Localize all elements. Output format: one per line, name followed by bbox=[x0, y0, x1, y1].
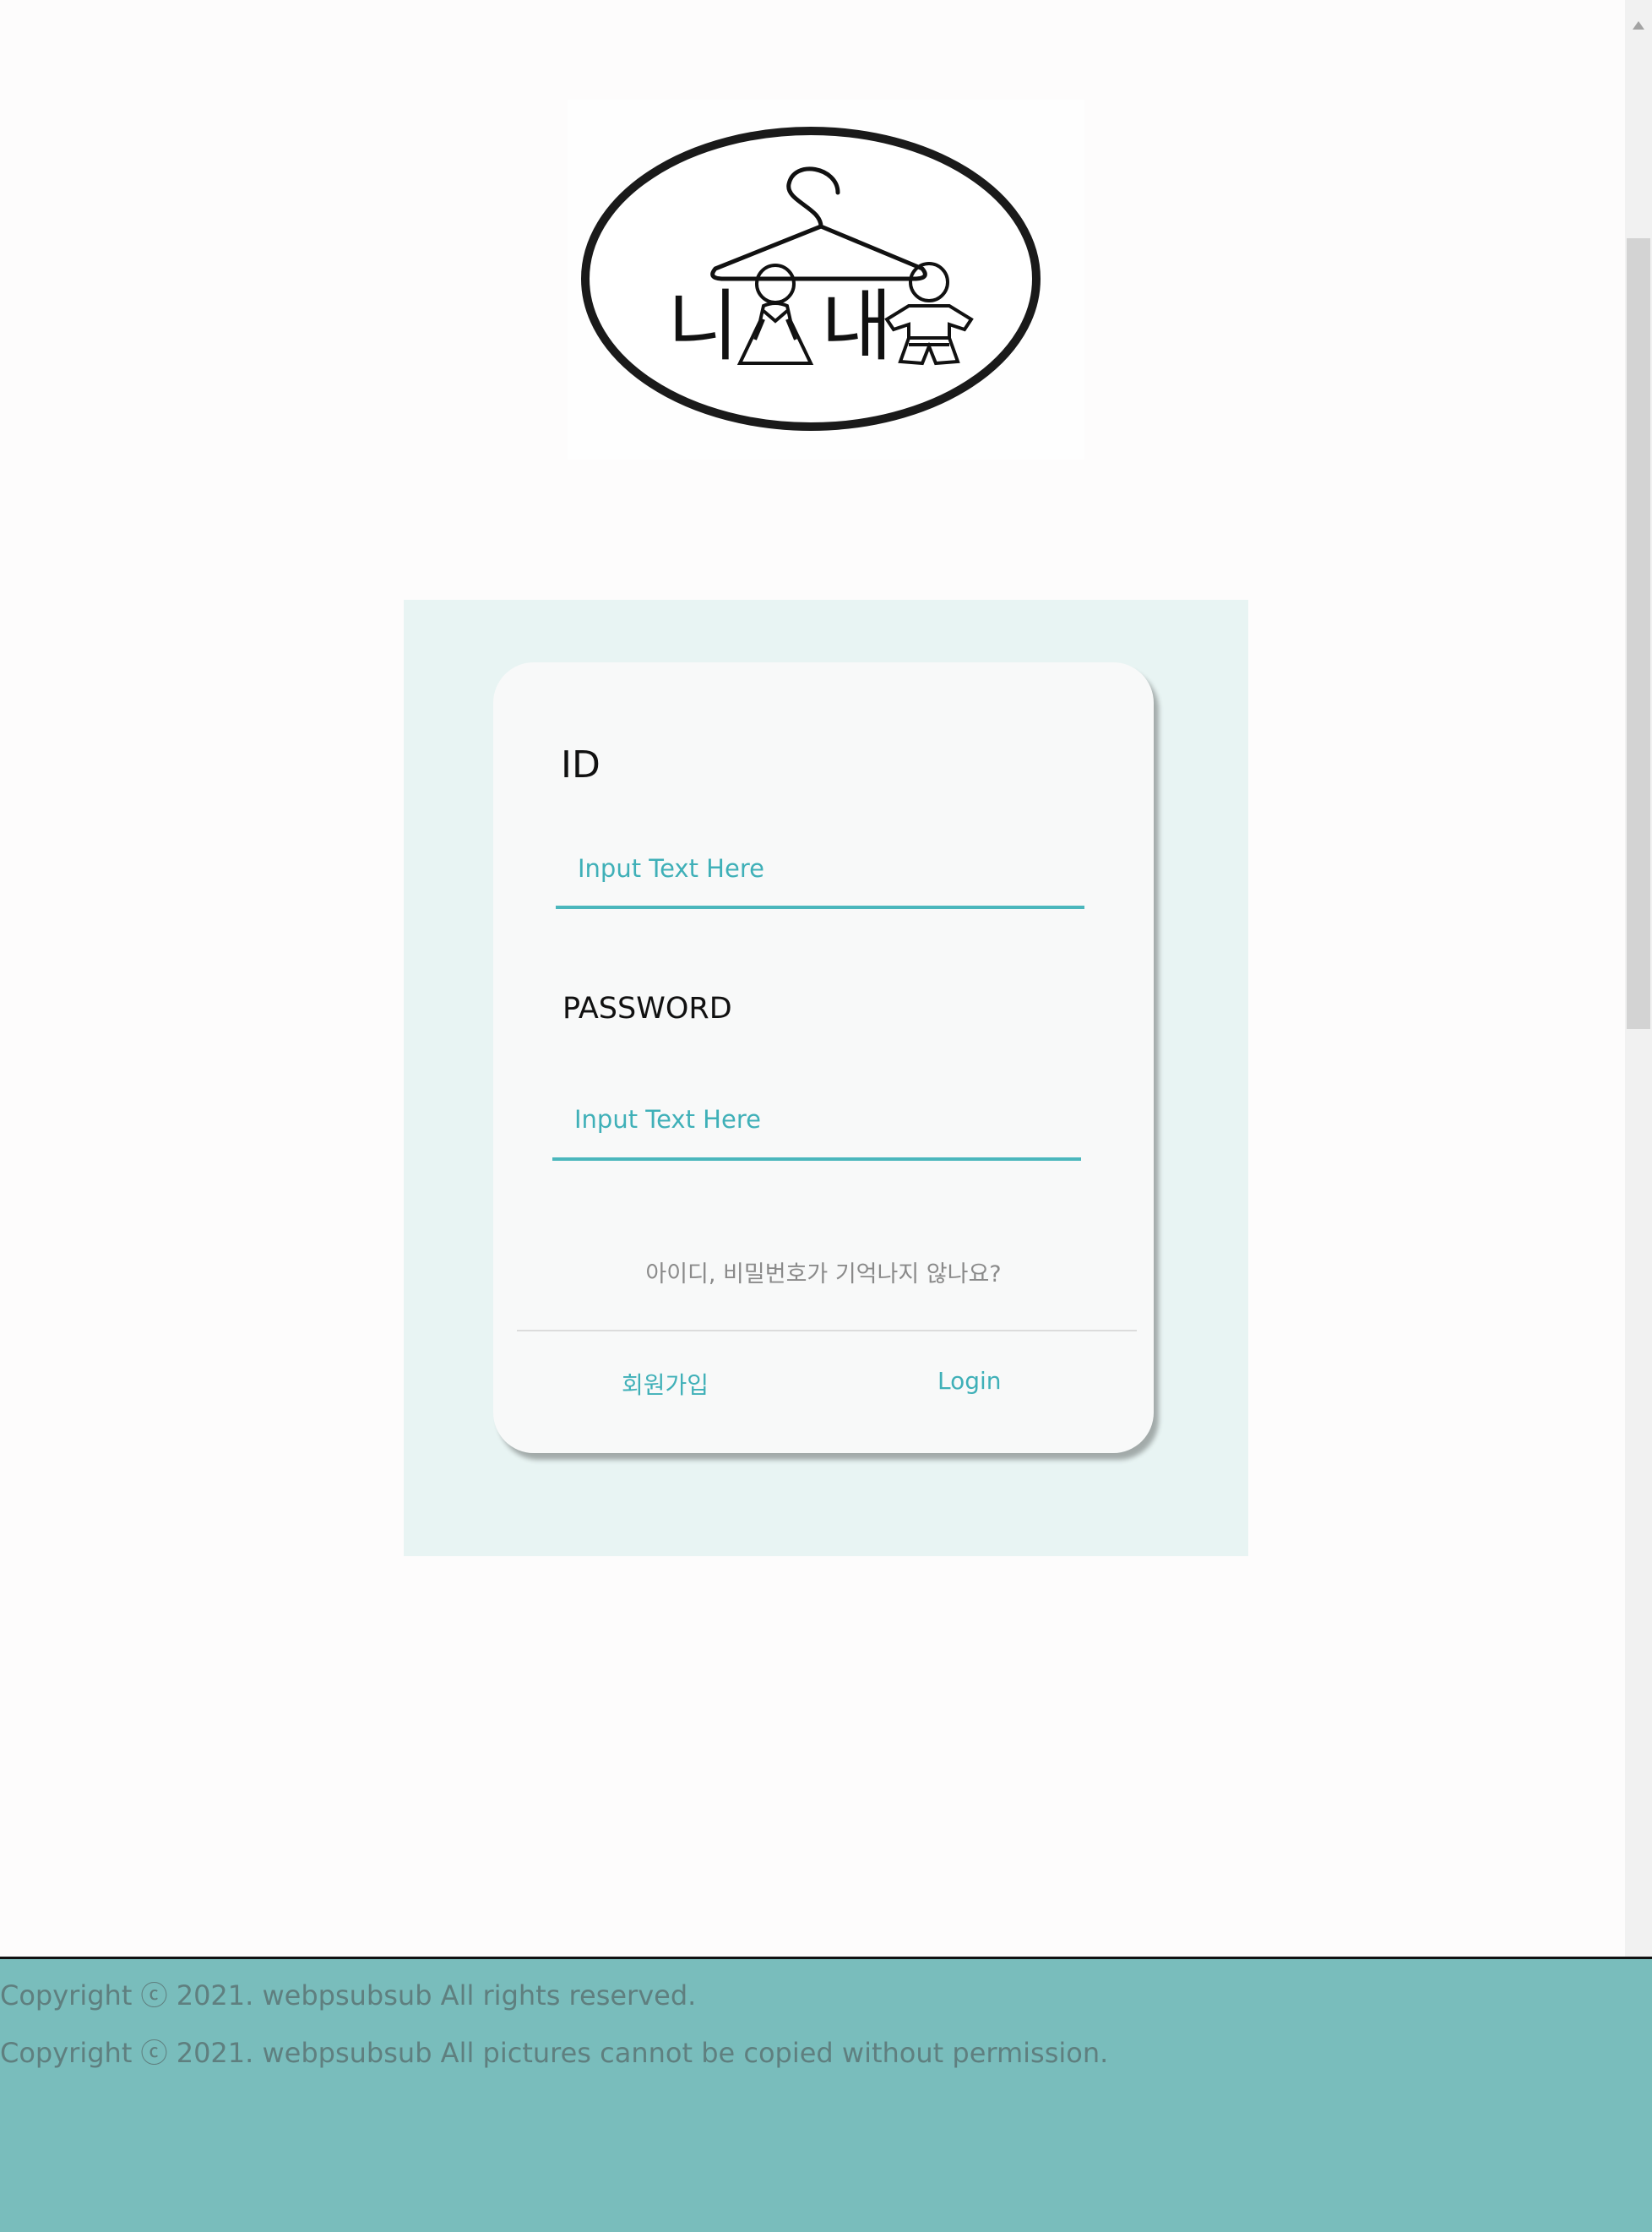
signup-button[interactable]: 회원가입 bbox=[622, 1367, 709, 1401]
id-label: ID bbox=[561, 743, 600, 787]
vertical-scrollbar[interactable] bbox=[1625, 0, 1652, 1957]
password-label: PASSWORD bbox=[562, 992, 732, 1026]
site-logo[interactable]: 니 내 bbox=[568, 100, 1084, 460]
password-input[interactable] bbox=[552, 1081, 1081, 1161]
page-viewport: 니 내 ID PASSWORD 아이디, 비밀번호 bbox=[0, 0, 1625, 2232]
logo-graphic: 니 내 bbox=[581, 127, 1041, 431]
logo-text-right: 내 bbox=[821, 281, 893, 372]
forgot-credentials-link[interactable]: 아이디, 비밀번호가 기억나지 않나요? bbox=[493, 1255, 1154, 1288]
page-footer: Copyright ⓒ 2021. webpsubsub All rights … bbox=[0, 1957, 1652, 2232]
id-input[interactable] bbox=[556, 831, 1084, 909]
login-panel: ID PASSWORD 아이디, 비밀번호가 기억나지 않나요? 회원가입 Lo… bbox=[404, 600, 1248, 1556]
scrollbar-thumb[interactable] bbox=[1627, 238, 1650, 1029]
card-divider bbox=[517, 1330, 1137, 1331]
login-button[interactable]: Login bbox=[937, 1367, 1002, 1395]
footer-copyright-rights: Copyright ⓒ 2021. webpsubsub All rights … bbox=[0, 1979, 697, 2012]
footer-copyright-pictures: Copyright ⓒ 2021. webpsubsub All picture… bbox=[0, 2037, 1109, 2069]
logo-text-left: 니 bbox=[667, 281, 739, 372]
scroll-up-arrow-icon[interactable] bbox=[1625, 17, 1652, 34]
login-card: ID PASSWORD 아이디, 비밀번호가 기억나지 않나요? 회원가입 Lo… bbox=[493, 662, 1154, 1453]
